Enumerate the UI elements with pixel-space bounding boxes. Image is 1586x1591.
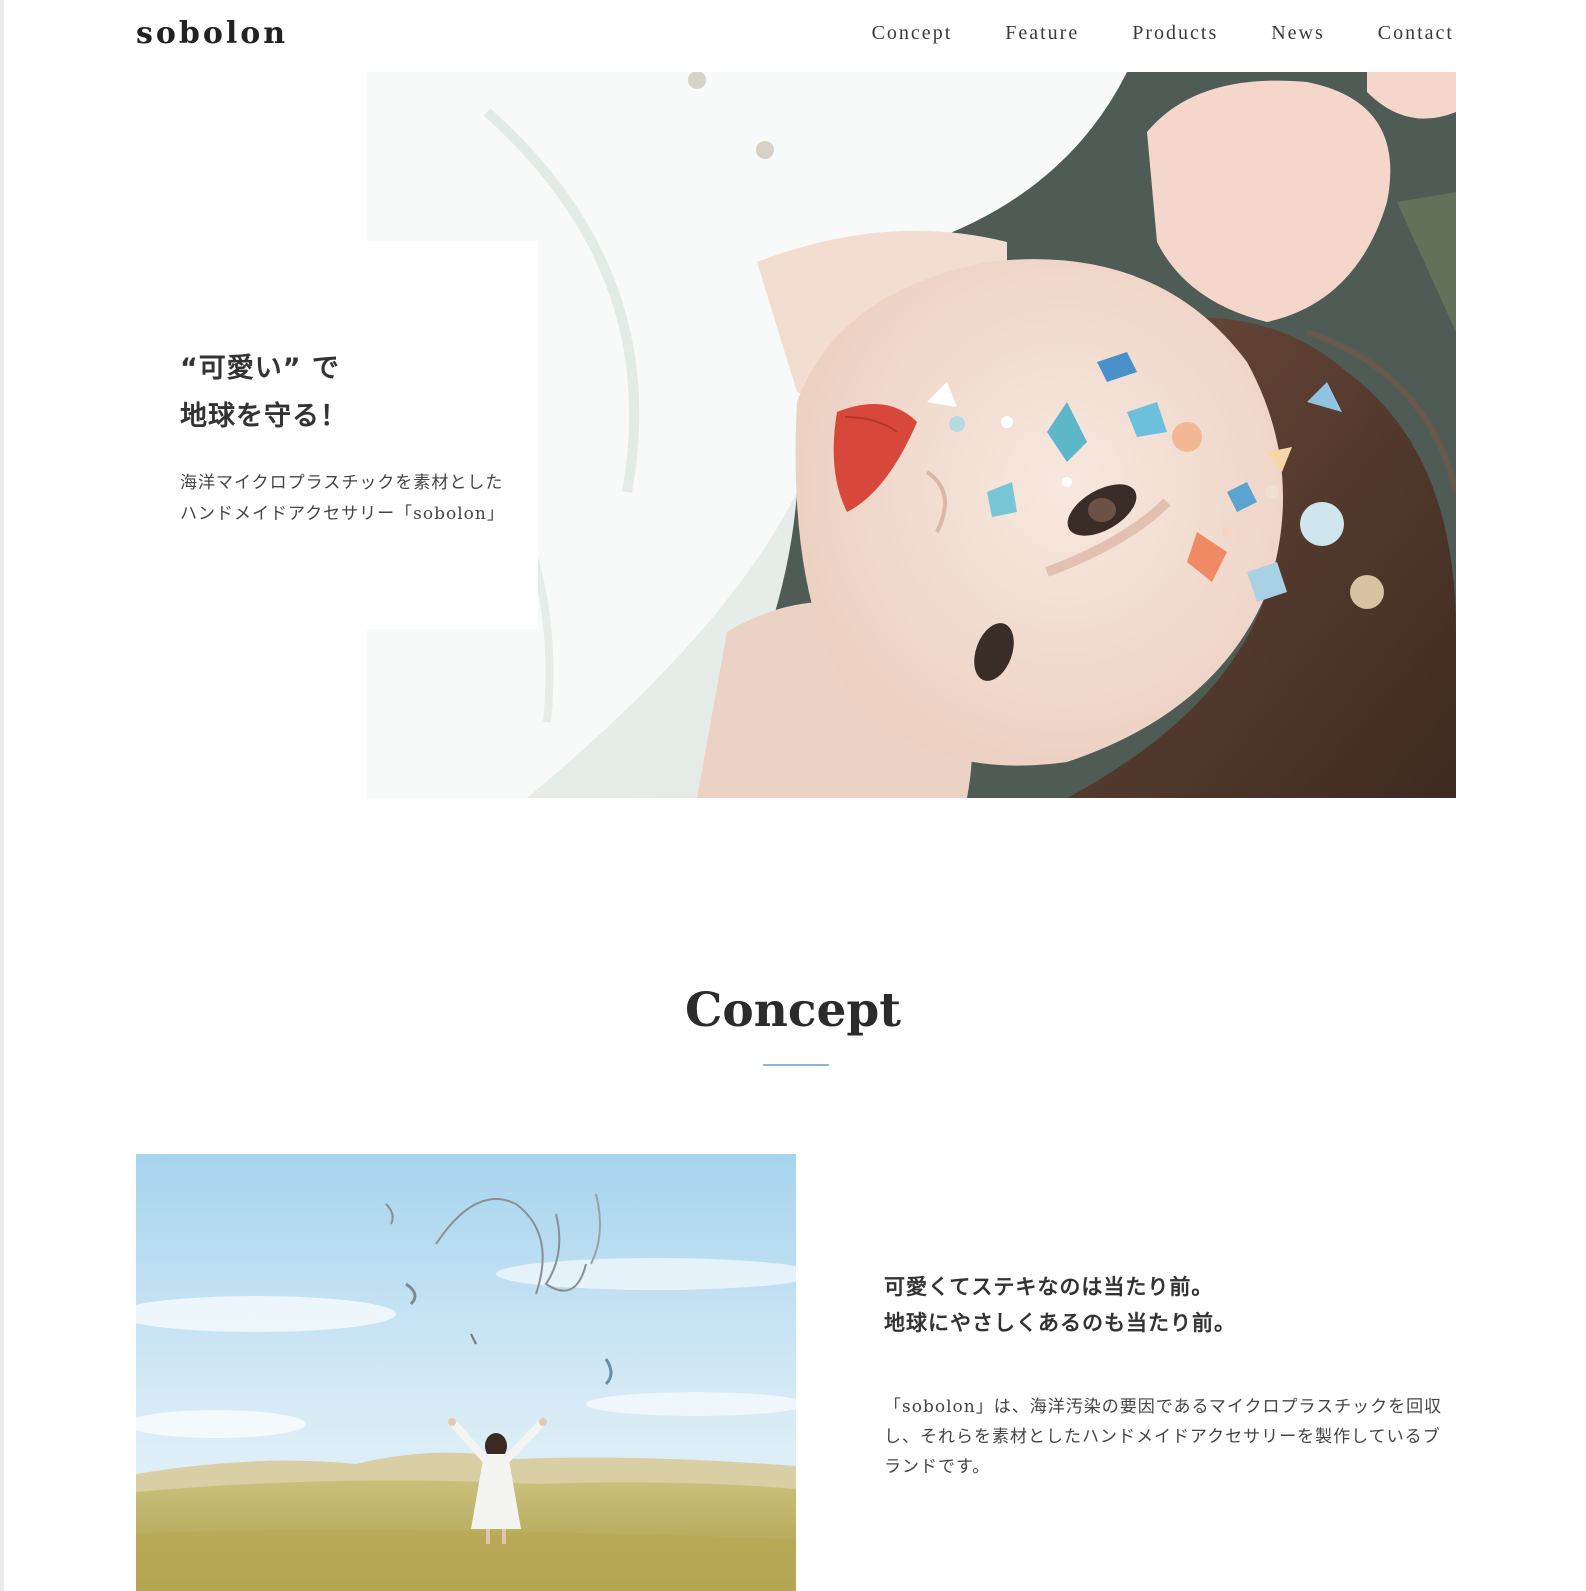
- nav-news[interactable]: News: [1271, 20, 1325, 46]
- concept-heading-line-2: 地球にやさしくあるのも当たり前。: [884, 1311, 1236, 1335]
- concept-heading: 可愛くてステキなのは当たり前。 地球にやさしくあるのも当たり前。: [884, 1269, 1236, 1341]
- nav-concept[interactable]: Concept: [872, 20, 953, 46]
- hero-subtext-line-2: ハンドメイドアクセサリー「sobolon」: [180, 504, 505, 524]
- page-edge-rule: [0, 0, 4, 1591]
- nav-products[interactable]: Products: [1132, 20, 1218, 46]
- concept-photo: [136, 1154, 796, 1591]
- hero-heading-line-2: 地球を守る！: [180, 401, 348, 432]
- site-header: sobolon Concept Feature Products News Co…: [0, 0, 1586, 72]
- hero-subtext-line-1: 海洋マイクロプラスチックを素材とした: [180, 473, 504, 493]
- main-nav: Concept Feature Products News Contact: [819, 20, 1454, 46]
- hero-heading: “可愛い” で 地球を守る！: [180, 345, 348, 441]
- concept-heading-line-1: 可愛くてステキなのは当たり前。: [884, 1275, 1214, 1299]
- nav-feature[interactable]: Feature: [1005, 20, 1079, 46]
- concept-body-text: 「sobolon」は、海洋汚染の要因であるマイクロプラスチックを回収し、それらを…: [884, 1397, 1443, 1477]
- section-divider: [763, 1064, 829, 1066]
- concept-section-title: Concept: [684, 983, 902, 1038]
- hero-subtext: 海洋マイクロプラスチックを素材とした ハンドメイドアクセサリー「sobolon」: [180, 468, 505, 530]
- hero-heading-line-1: “可愛い” で: [180, 353, 340, 384]
- site-logo[interactable]: sobolon: [136, 16, 288, 51]
- nav-contact[interactable]: Contact: [1378, 20, 1454, 46]
